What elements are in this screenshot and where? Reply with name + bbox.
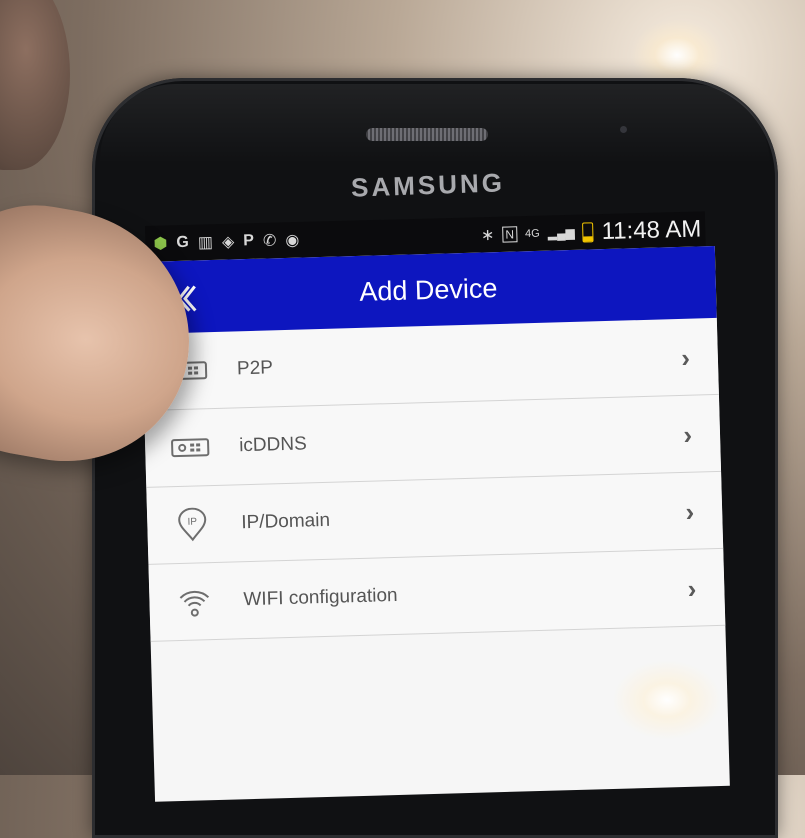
signal-icon: ▂▄▆ <box>547 225 575 241</box>
chart-icon: ▥ <box>197 234 214 252</box>
dvr-icon <box>167 435 214 460</box>
wifi-icon <box>171 585 218 618</box>
brand-logo: SAMSUNG <box>350 167 506 203</box>
chevron-right-icon: › <box>680 342 691 373</box>
menu-item-label: WIFI configuration <box>243 584 398 611</box>
bluetooth-icon: ∗ <box>480 226 495 245</box>
proximity-sensor <box>620 126 627 133</box>
ip-pin-icon: IP <box>169 507 216 542</box>
tag-icon: ◈ <box>221 233 235 251</box>
phone-icon: ✆ <box>262 232 277 250</box>
notification-icons: ⬢ G ▥ ◈ P ✆ ◉ <box>145 230 299 254</box>
chevron-right-icon: › <box>685 496 695 527</box>
menu-item-label: icDDNS <box>238 433 308 457</box>
earpiece-speaker <box>366 128 488 141</box>
parking-icon: P <box>243 232 255 250</box>
chevron-right-icon: › <box>682 419 693 450</box>
status-time: 11:48 AM <box>601 215 702 246</box>
menu-item-wifi-configuration[interactable]: WIFI configuration › <box>148 548 726 642</box>
data-icon: 4G <box>524 227 540 241</box>
android-icon: ⬢ <box>153 235 168 253</box>
finger <box>0 0 70 170</box>
nfc-icon: N <box>502 226 518 243</box>
camera-icon: ◉ <box>285 231 300 250</box>
light-glare <box>612 660 722 740</box>
google-icon: G <box>176 233 190 252</box>
system-icons: ∗ N 4G ▂▄▆ 11:48 AM <box>481 215 706 249</box>
chevron-right-icon: › <box>687 573 697 604</box>
add-device-menu: P2P › icDDNS › IP IP/Domain › WIFI confi… <box>142 317 726 642</box>
ip-badge: IP <box>187 517 197 528</box>
battery-icon <box>582 222 594 243</box>
menu-item-label: IP/Domain <box>241 509 331 534</box>
menu-item-label: P2P <box>236 357 274 380</box>
page-title: Add Device <box>358 272 498 307</box>
